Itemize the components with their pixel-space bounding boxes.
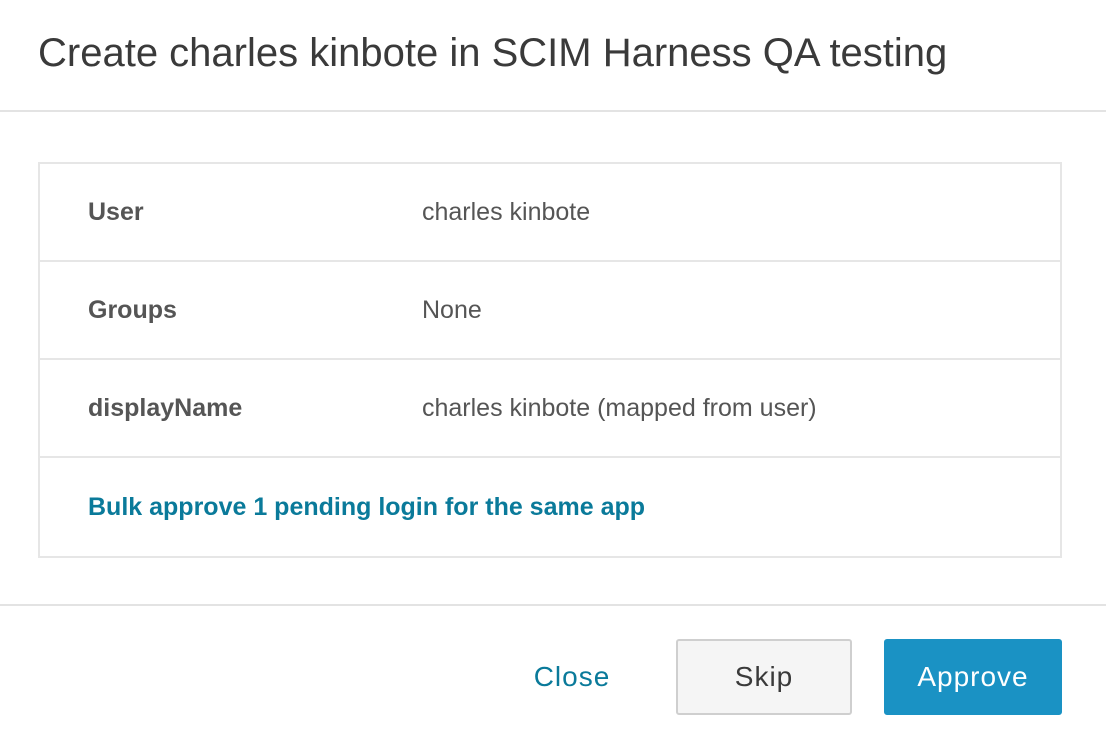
- detail-row-user: User charles kinbote: [40, 164, 1060, 262]
- detail-row-bulk: Bulk approve 1 pending login for the sam…: [40, 458, 1060, 556]
- detail-value: None: [422, 295, 482, 324]
- detail-value: charles kinbote: [422, 197, 591, 226]
- skip-button[interactable]: Skip: [676, 639, 852, 715]
- approve-button[interactable]: Approve: [884, 639, 1062, 715]
- dialog-footer: Close Skip Approve: [0, 604, 1106, 738]
- close-button[interactable]: Close: [512, 639, 632, 715]
- approval-dialog: Create charles kinbote in SCIM Harness Q…: [0, 0, 1106, 738]
- detail-key: Groups: [88, 295, 177, 324]
- dialog-body: User charles kinbote Groups None display…: [0, 112, 1106, 604]
- detail-row-groups: Groups None: [40, 262, 1060, 360]
- detail-key: User: [88, 197, 144, 226]
- detail-value: charles kinbote (mapped from user): [422, 393, 817, 422]
- dialog-title: Create charles kinbote in SCIM Harness Q…: [38, 31, 948, 75]
- detail-row-displayname: displayName charles kinbote (mapped from…: [40, 360, 1060, 458]
- detail-table: User charles kinbote Groups None display…: [38, 162, 1062, 558]
- dialog-header: Create charles kinbote in SCIM Harness Q…: [0, 0, 1106, 112]
- bulk-approve-link[interactable]: Bulk approve 1 pending login for the sam…: [40, 493, 645, 522]
- detail-key: displayName: [88, 393, 243, 422]
